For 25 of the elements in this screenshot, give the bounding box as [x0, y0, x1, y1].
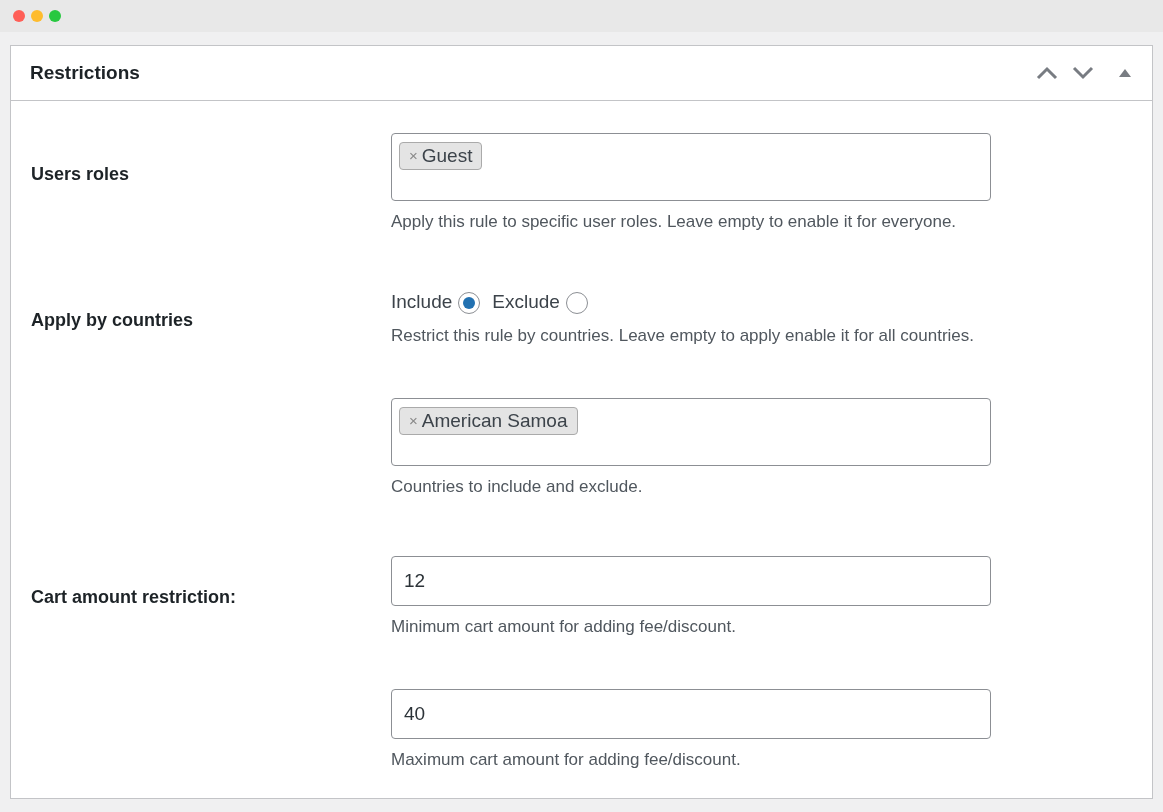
tag-label: American Samoa [421, 408, 568, 433]
panel-title: Restrictions [30, 60, 140, 85]
radio-button[interactable] [458, 291, 481, 314]
number-input[interactable]: 12 [391, 555, 991, 606]
close-window-icon[interactable] [13, 10, 25, 22]
selected-tag[interactable]: × Guest [399, 142, 483, 170]
field-label: Users roles [31, 163, 131, 186]
field-description: Apply this rule to specific user roles. Leave empty to enable it for everyone. [391, 211, 958, 233]
multi-select-field[interactable]: × Guest [391, 133, 991, 201]
chevron-up-icon[interactable] [1036, 66, 1058, 80]
selected-tag[interactable]: × American Samoa [399, 407, 578, 435]
field-label: Cart amount restriction: [31, 585, 238, 609]
chevron-down-icon[interactable] [1072, 66, 1094, 80]
field-description: Restrict this rule by countries. Leave empty to apply enable it for all countries. [391, 324, 975, 347]
collapse-triangle-icon[interactable] [1118, 68, 1132, 78]
radio-label: Exclude [492, 290, 560, 315]
number-input[interactable]: 40 [391, 689, 991, 739]
multi-select-field[interactable]: × American Samoa [391, 398, 991, 466]
field-description: Minimum cart amount for adding fee/discount. [391, 615, 737, 638]
field-description: Maximum cart amount for adding fee/discount. [391, 749, 742, 771]
field-description: Countries to include and exclude. [391, 476, 644, 498]
radio-label: Include [391, 290, 453, 315]
tag-label: Guest [421, 143, 473, 168]
radio-button[interactable] [565, 291, 588, 314]
field-label: Apply by countries [31, 308, 195, 332]
